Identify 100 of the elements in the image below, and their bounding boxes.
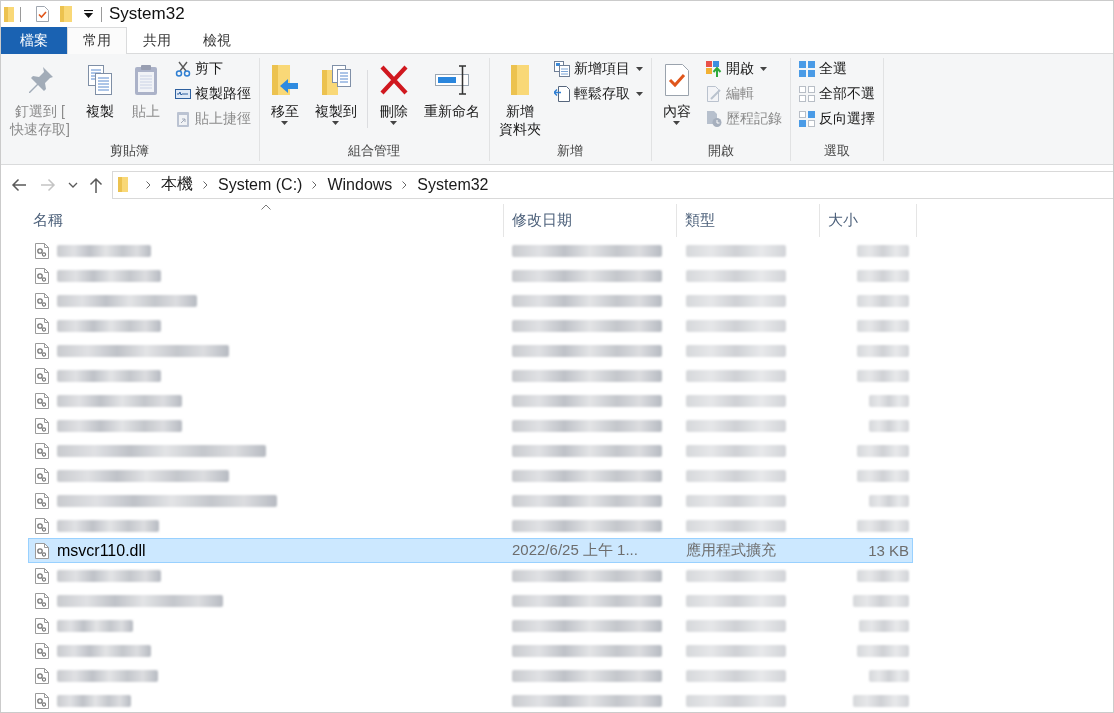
caret-icon [390,121,398,125]
blurred-text [857,294,909,307]
address-bar[interactable]: 本機 System (C:) Windows System32 [112,170,1113,199]
breadcrumb-item[interactable]: System32 [411,175,495,194]
ribbon-button[interactable]: 反向選擇 [795,108,878,130]
caret-icon [635,92,643,96]
file-gear-icon [35,492,49,509]
blurred-text [869,669,909,682]
file-gear-icon [35,292,49,309]
ribbon-tab[interactable]: 共用 [127,27,187,54]
window-title: System32 [109,4,185,24]
blurred-text [857,369,909,382]
ribbon-button[interactable]: 重新命名 [419,58,484,121]
ribbon-button[interactable]: 新增項目 [550,58,646,80]
nav-button[interactable] [11,177,27,192]
chevron-icon [312,180,318,189]
ribbon-button[interactable]: 複製路徑 [171,83,254,105]
ribbon-tab[interactable]: 常用 [67,27,127,54]
file-row[interactable]: msvcr110.dll 2022/6/25 上午 1... 應用程式擴充 13 KB [28,538,913,563]
file-gear-icon [35,392,49,409]
file-size: 13 KB [868,542,909,559]
document-clock-icon [705,111,722,127]
up-arrow-icon [89,176,103,193]
folder-icon[interactable] [4,6,14,22]
file-gear-icon [35,317,49,334]
file-gear-icon [35,667,49,684]
breadcrumb-item[interactable]: 本機 [155,174,199,195]
ribbon-button[interactable]: 內容 [656,58,697,126]
modified-date: 2022/6/25 上午 1... [512,541,638,560]
documents-icon [553,61,570,77]
nav-button[interactable] [89,176,103,193]
file-gear-icon [35,467,49,484]
file-gear-icon [35,517,49,534]
ribbon-tab[interactable]: 檢視 [187,27,247,54]
blurred-text [857,519,909,532]
blurred-text [869,394,909,407]
nav-button[interactable] [68,181,78,188]
column-header[interactable]: 大小 [820,204,917,237]
ribbon-button[interactable]: 全選 [795,58,878,80]
file-gear-icon [35,592,49,609]
ribbon-button[interactable]: 全部不選 [795,83,878,105]
scissors-icon [174,61,191,77]
caret-icon [332,121,340,125]
folder-icon[interactable] [60,6,72,22]
file-gear-icon [35,567,49,584]
ribbon-tab[interactable]: 檔案 [1,27,67,54]
caret-icon [635,67,643,71]
file-gear-icon [35,417,49,434]
ribbon-button[interactable]: 複製 [79,58,120,121]
chevron-icon [402,180,408,189]
ribbon-button[interactable]: 刪除 [373,58,414,126]
chevron-icon [203,180,208,189]
blurred-text [859,619,909,632]
file-gear-icon [35,642,49,659]
blurred-text [857,344,909,357]
file-name: msvcr110.dll [57,541,146,560]
caret-icon [673,121,681,125]
chevron-down-icon [68,181,78,188]
ribbon-button[interactable]: 輕鬆存取 [550,83,646,105]
file-gear-icon [35,267,49,284]
file-gear-icon [35,542,49,559]
split-grid-icon [798,111,815,127]
grid-arrow-icon [705,61,722,77]
file-gear-icon [35,692,49,709]
group-label: 開啟 [706,142,735,160]
blurred-text [857,569,909,582]
blurred-text [853,594,909,607]
document-arrow-icon [553,86,570,102]
group-label: 剪貼簿 [109,142,151,160]
breadcrumb-item[interactable]: Windows [321,175,399,194]
blurred-text [857,444,909,457]
file-gear-icon [35,342,49,359]
back-arrow-icon [11,177,27,192]
column-header[interactable]: 名稱 [28,204,504,237]
folder-icon [118,177,128,192]
ribbon-button[interactable]: 剪下 [171,58,254,80]
column-header[interactable]: 類型 [677,204,820,237]
ribbon-button[interactable]: 開啟 [702,58,785,80]
text-cursor-icon [433,64,470,96]
blurred-text [857,244,909,257]
ribbon-button[interactable]: 複製到 [310,58,361,126]
text-field-icon [174,86,191,102]
breadcrumb-item[interactable]: System (C:) [212,175,309,194]
blurred-text [857,469,909,482]
grid-icon [798,61,815,77]
blurred-text [853,694,909,707]
blurred-text [857,269,909,282]
forward-arrow-icon [40,177,56,192]
document-check-icon[interactable] [36,6,49,22]
blurred-text [857,319,909,332]
ribbon-button[interactable]: 移至 [264,58,305,126]
clipboard-shortcut-icon [174,111,191,127]
dropdown-icon[interactable] [84,10,93,18]
group-label: 選取 [822,142,851,160]
column-header[interactable]: 修改日期 [504,204,677,237]
document-pencil-icon [705,86,722,102]
folder-documents-icon [319,64,352,96]
caret-icon [759,67,767,71]
ribbon-button[interactable]: 新增資料夾 [494,58,545,139]
file-gear-icon [35,367,49,384]
